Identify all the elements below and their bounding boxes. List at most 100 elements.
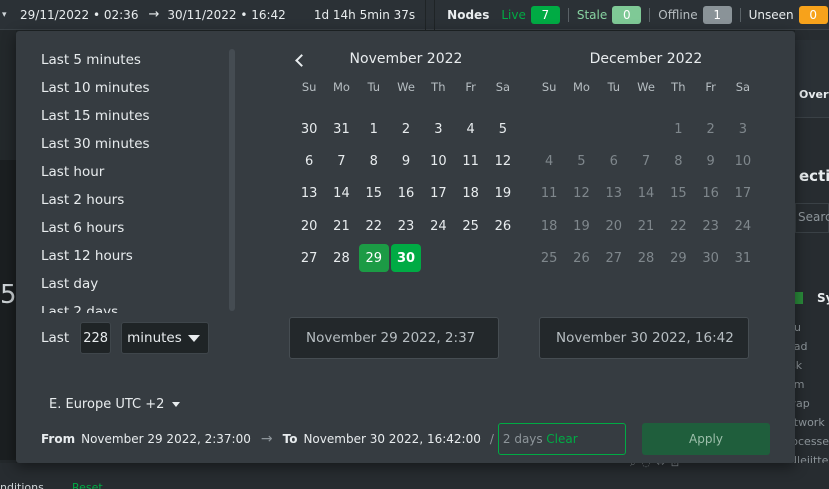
start-date-input[interactable]: November 29 2022, 2:37: [289, 317, 499, 359]
calendar-day[interactable]: 17: [727, 178, 759, 210]
calendar-day[interactable]: 23: [390, 210, 422, 242]
quick-range-item[interactable]: Last 15 minutes: [41, 107, 231, 135]
quick-range-item[interactable]: Last 30 minutes: [41, 135, 231, 163]
quick-range-item[interactable]: Last day: [41, 275, 231, 303]
calendar-day[interactable]: 16: [694, 178, 726, 210]
calendar-day[interactable]: 30: [293, 113, 325, 145]
calendar-day[interactable]: 28: [630, 242, 662, 274]
calendar-day[interactable]: 13: [293, 178, 325, 210]
calendar-day[interactable]: 19: [487, 178, 519, 210]
node-stat-unseen[interactable]: Unseen 0: [749, 5, 828, 24]
calendar-day[interactable]: 4: [454, 113, 486, 145]
calendar-day[interactable]: 25: [454, 210, 486, 242]
divider: [425, 0, 427, 30]
calendar-day[interactable]: 31: [727, 242, 759, 274]
chevron-down-icon: [172, 402, 181, 407]
calendar-day[interactable]: 20: [598, 210, 630, 242]
chevron-down-icon[interactable]: ▾: [0, 10, 12, 20]
calendar-day[interactable]: 16: [390, 178, 422, 210]
clear-button[interactable]: Clear: [498, 423, 626, 455]
quick-range-item[interactable]: Last 12 hours: [41, 247, 231, 275]
node-stat-offline[interactable]: Offline 1: [658, 5, 732, 24]
quick-range-item[interactable]: Last 2 days: [41, 303, 231, 313]
calendar-day[interactable]: 13: [598, 178, 630, 210]
calendar-day[interactable]: 5: [565, 145, 597, 177]
quick-range-item[interactable]: Last 10 minutes: [41, 79, 231, 107]
calendar-day[interactable]: 30: [390, 244, 422, 273]
divider: [567, 7, 569, 22]
quick-range-item[interactable]: Last hour: [41, 163, 231, 191]
calendar-day[interactable]: 15: [358, 178, 390, 210]
custom-range-unit-select[interactable]: minutes: [121, 322, 210, 354]
node-stat-live[interactable]: Live 7: [501, 5, 560, 24]
calendar-day[interactable]: 30: [694, 242, 726, 274]
calendar-day[interactable]: 22: [662, 210, 694, 242]
calendar-day[interactable]: 1: [662, 113, 694, 145]
calendar-day[interactable]: 12: [565, 178, 597, 210]
calendar-day[interactable]: 21: [325, 210, 357, 242]
calendar-day[interactable]: 2: [694, 113, 726, 145]
calendar-day-empty: [598, 113, 630, 145]
calendar-day[interactable]: 11: [454, 145, 486, 177]
calendar-day[interactable]: 18: [533, 210, 565, 242]
quick-range-item[interactable]: Last 2 hours: [41, 191, 231, 219]
calendar-day[interactable]: 17: [422, 178, 454, 210]
calendar-day[interactable]: 11: [533, 178, 565, 210]
previous-month-icon[interactable]: [293, 53, 305, 67]
calendar-day[interactable]: 27: [598, 242, 630, 274]
calendar-day[interactable]: 2: [390, 113, 422, 145]
calendar-day[interactable]: 3: [422, 113, 454, 145]
reset-link[interactable]: Reset: [72, 481, 103, 489]
calendar-day[interactable]: 19: [565, 210, 597, 242]
calendar-day[interactable]: 8: [662, 145, 694, 177]
calendar-day[interactable]: 1: [358, 113, 390, 145]
calendar-day[interactable]: 18: [454, 178, 486, 210]
calendar-day[interactable]: 24: [727, 210, 759, 242]
range-summary: From November 29 2022, 2:37:00 → To Nove…: [41, 431, 543, 447]
range-start-date[interactable]: 29/11/2022 • 02:36: [20, 8, 138, 22]
calendar-day[interactable]: 14: [325, 178, 357, 210]
calendar-day[interactable]: 12: [487, 145, 519, 177]
calendar-day[interactable]: 10: [727, 145, 759, 177]
calendar-day[interactable]: 29: [662, 242, 694, 274]
calendar-day[interactable]: 27: [293, 242, 325, 274]
node-stat-stale[interactable]: Stale 0: [577, 5, 642, 24]
calendar-day[interactable]: 23: [694, 210, 726, 242]
range-end-date[interactable]: 30/11/2022 • 16:42: [167, 8, 285, 22]
calendar-day[interactable]: 14: [630, 178, 662, 210]
calendar-day[interactable]: 24: [422, 210, 454, 242]
weekday-label: Mo: [572, 80, 590, 94]
calendar-day[interactable]: 6: [293, 145, 325, 177]
calendar-day[interactable]: 28: [325, 242, 357, 274]
conditions-label[interactable]: nditions: [0, 481, 44, 489]
custom-range-value-input[interactable]: [80, 322, 112, 354]
quick-range-item[interactable]: Last 6 hours: [41, 219, 231, 247]
calendar-day[interactable]: 9: [390, 145, 422, 177]
calendar-day[interactable]: 29: [358, 244, 389, 273]
calendar-day[interactable]: 10: [422, 145, 454, 177]
calendar-day[interactable]: 9: [694, 145, 726, 177]
calendar-day[interactable]: 21: [630, 210, 662, 242]
timezone-select[interactable]: E. Europe UTC +2: [49, 397, 181, 412]
quick-range-item[interactable]: Last 5 minutes: [41, 51, 231, 79]
quick-range-scrollbar[interactable]: [229, 49, 235, 311]
calendar-day[interactable]: 3: [727, 113, 759, 145]
calendar-day[interactable]: 8: [358, 145, 390, 177]
end-date-input[interactable]: November 30 2022, 16:42: [539, 317, 749, 359]
calendar-day[interactable]: 22: [358, 210, 390, 242]
apply-button[interactable]: Apply: [642, 423, 770, 455]
calendar-day[interactable]: 15: [662, 178, 694, 210]
calendar-day[interactable]: 6: [598, 145, 630, 177]
calendar-day[interactable]: 25: [533, 242, 565, 274]
calendar-day[interactable]: 31: [325, 113, 357, 145]
calendar-day[interactable]: 7: [630, 145, 662, 177]
calendar-day[interactable]: 20: [293, 210, 325, 242]
calendar-day[interactable]: 7: [325, 145, 357, 177]
calendar-day[interactable]: 4: [533, 145, 565, 177]
calendar-day[interactable]: 26: [565, 242, 597, 274]
overview-tab[interactable]: Overv: [799, 88, 829, 101]
calendar-day[interactable]: 26: [487, 210, 519, 242]
calendar-day[interactable]: 5: [487, 113, 519, 145]
calendar-days: 1 2 3 4 5 6 7 8 9 10 11 12 13 14 15 16 17 18 19 20 21 22 23 24 2…: [533, 113, 759, 274]
search-input[interactable]: Searc: [795, 203, 829, 233]
